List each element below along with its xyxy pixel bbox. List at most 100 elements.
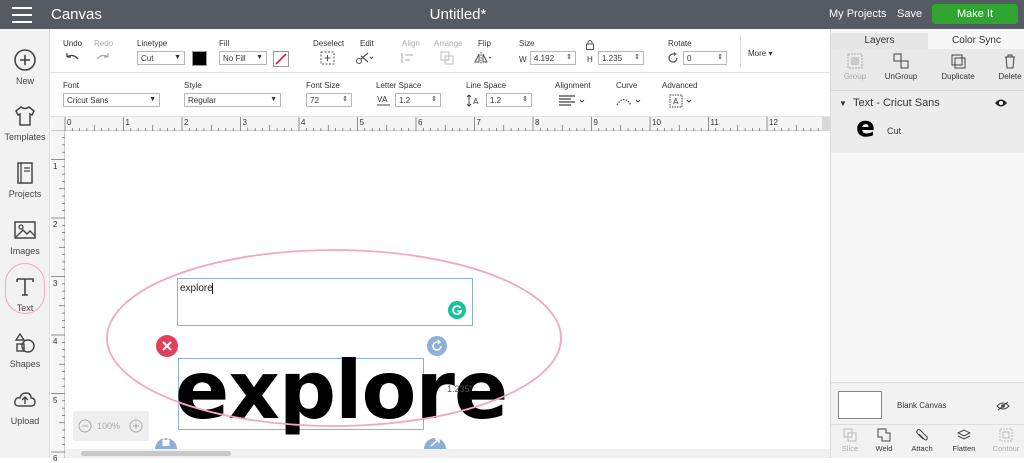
letter-space-input[interactable]: 1.2 ⇕ — [395, 93, 441, 107]
eye-icon[interactable] — [994, 98, 1008, 108]
ruler-number: 5 — [53, 395, 58, 405]
font-size-label: Font Size — [306, 81, 340, 90]
rotate-handle-icon[interactable] — [426, 335, 448, 357]
height-label: H — [587, 55, 593, 64]
curve-icon[interactable] — [615, 94, 643, 108]
layer-title: Text - Cricut Sans — [853, 97, 940, 109]
align-icon[interactable] — [400, 51, 418, 65]
style-select[interactable]: Regular ▼ — [184, 93, 281, 107]
image-icon — [14, 221, 36, 239]
size-label: Size — [519, 39, 535, 48]
ungroup-button[interactable]: UnGroup — [877, 53, 925, 81]
duplicate-button[interactable]: Duplicate — [934, 53, 982, 81]
letter-space-icon: VA — [377, 95, 390, 106]
contour-label: Contour — [992, 444, 1020, 453]
fill-value: No Fill — [223, 54, 246, 63]
projects-tool[interactable]: Projects — [0, 160, 50, 199]
text-input-box[interactable]: explore — [177, 278, 473, 326]
layers-panel: Layers Color Sync Group UnGroup Duplicat… — [830, 29, 1024, 458]
zoom-in-icon[interactable] — [129, 419, 143, 433]
more-label: More — [748, 49, 767, 58]
linetype-color-swatch[interactable] — [192, 51, 207, 66]
scrollbar-thumb[interactable] — [81, 451, 231, 456]
delete-handle-icon[interactable] — [155, 334, 179, 358]
width-input[interactable]: 4.192 ⇕ — [530, 51, 576, 65]
tab-color-sync[interactable]: Color Sync — [928, 33, 1024, 49]
document-title[interactable]: Untitled* — [0, 6, 916, 23]
eye-hidden-icon[interactable] — [996, 401, 1010, 411]
horizontal-scrollbar[interactable] — [65, 449, 830, 458]
new-tool[interactable]: New — [0, 47, 50, 86]
undo-icon[interactable] — [63, 52, 81, 66]
my-projects-link[interactable]: My Projects — [829, 8, 886, 20]
alignment-label: Alignment — [555, 81, 591, 90]
canvas-text-explore[interactable]: explore — [175, 341, 508, 441]
vertical-scrollbar-stub[interactable] — [822, 117, 830, 131]
ruler-number: 3 — [53, 278, 58, 288]
text-align-icon[interactable] — [558, 94, 586, 108]
duplicate-icon — [951, 54, 966, 69]
redo-icon[interactable] — [94, 52, 112, 66]
left-toolbar: New Templates Projects Images Text Shape… — [0, 29, 50, 458]
ruler-number: 2 — [184, 118, 189, 127]
tool-label: Upload — [10, 416, 40, 426]
zoom-out-icon[interactable] — [78, 419, 92, 433]
deselect-icon[interactable] — [319, 51, 337, 65]
zoom-level: 100% — [97, 421, 121, 431]
design-canvas[interactable]: explore explore 1.235" 100% — [65, 131, 830, 449]
collapse-arrow-icon[interactable]: ▼ — [839, 99, 847, 108]
flip-icon[interactable] — [473, 51, 491, 65]
resize-handle-icon[interactable] — [424, 431, 446, 449]
arrange-icon[interactable] — [438, 51, 456, 65]
font-label: Font — [63, 81, 80, 90]
lock-handle-icon[interactable] — [155, 431, 177, 449]
ungroup-label: UnGroup — [884, 72, 918, 81]
lock-icon[interactable] — [585, 39, 595, 50]
line-space-input[interactable]: 1.2 ⇕ — [486, 93, 532, 107]
text-tool-highlight — [5, 263, 45, 314]
linetype-select[interactable]: Cut ▼ — [137, 51, 185, 65]
advanced-icon[interactable]: A — [668, 94, 696, 108]
attach-button[interactable]: Attach — [903, 428, 941, 453]
group-button[interactable]: Group — [831, 53, 879, 81]
contour-button[interactable]: Contour — [987, 428, 1024, 453]
more-menu[interactable]: More ▾ — [748, 49, 772, 58]
delete-button[interactable]: Delete — [986, 53, 1024, 81]
font-select[interactable]: Cricut Sans ▼ — [63, 93, 160, 107]
top-ruler: 0 1 2 3 4 5 6 7 8 9 10 11 12 — [51, 117, 830, 131]
weld-button[interactable]: Weld — [865, 428, 903, 453]
undo-label: Undo — [63, 39, 83, 48]
upload-tool[interactable]: Upload — [0, 387, 50, 426]
slice-button[interactable]: Slice — [831, 428, 869, 453]
fill-select[interactable]: No Fill ▼ — [219, 51, 267, 65]
ungroup-icon — [893, 53, 909, 69]
layer-operation-label: Cut — [887, 126, 902, 136]
ruler-number: 11 — [710, 118, 719, 127]
layer-actions-bar: Group UnGroup Duplicate Delete — [831, 49, 1024, 91]
tab-layers[interactable]: Layers — [831, 33, 928, 49]
make-it-button[interactable]: Make It — [932, 4, 1018, 24]
edit-label: Edit — [360, 39, 374, 48]
shapes-tool[interactable]: Shapes — [0, 330, 50, 369]
images-tool[interactable]: Images — [0, 217, 50, 256]
duplicate-label: Duplicate — [941, 72, 975, 81]
rotate-input[interactable]: 0 ⇕ — [683, 51, 727, 65]
height-input[interactable]: 1.235 ⇕ — [598, 51, 644, 65]
advanced-label: Advanced — [662, 81, 698, 90]
blank-canvas-thumbnail[interactable] — [838, 391, 882, 419]
font-size-input[interactable]: 72 ⇕ — [306, 93, 352, 107]
no-fill-swatch-icon[interactable] — [273, 51, 289, 67]
toolbar-divider — [740, 35, 741, 67]
weld-icon — [877, 428, 891, 442]
templates-tool[interactable]: Templates — [0, 103, 50, 142]
fill-label: Fill — [219, 39, 230, 48]
width-value: 4.192 — [534, 54, 555, 63]
layer-group-text[interactable]: ▼ Text - Cricut Sans e Cut — [831, 91, 1024, 153]
edit-scissors-icon[interactable] — [355, 51, 373, 65]
cloud-upload-icon — [14, 392, 36, 407]
save-button[interactable]: Save — [897, 8, 922, 20]
flatten-button[interactable]: Flatten — [945, 428, 983, 453]
svg-text:A: A — [673, 97, 679, 106]
ruler-number: 3 — [242, 118, 247, 127]
grammarly-icon[interactable] — [448, 301, 466, 319]
